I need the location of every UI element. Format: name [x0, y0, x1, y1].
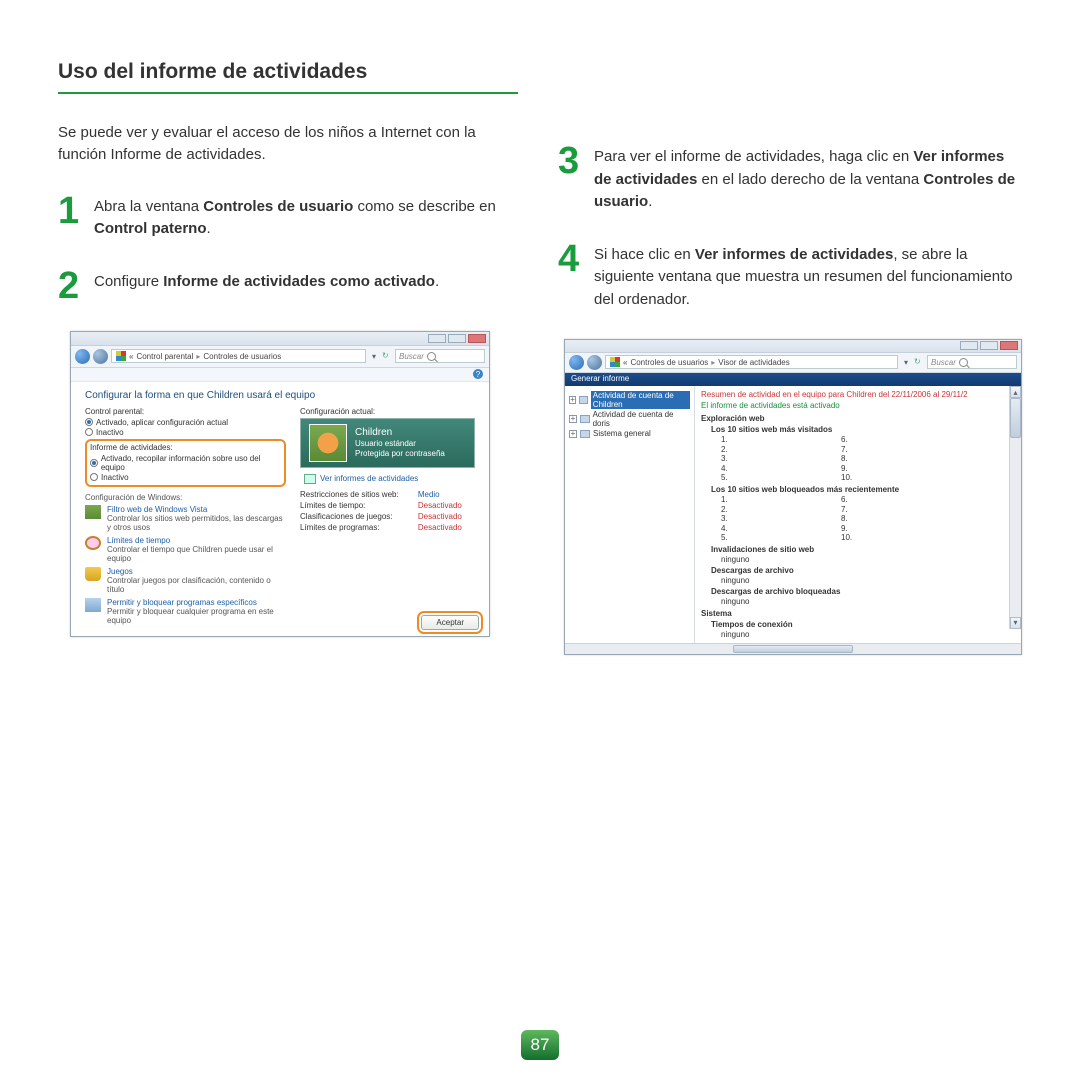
step-text: Abra la ventana Controles de usuario com…	[94, 194, 518, 241]
games-link[interactable]: Juegos	[107, 567, 286, 576]
back-button[interactable]	[75, 349, 90, 364]
refresh-icon[interactable]: ↻	[382, 351, 392, 361]
minimize-button[interactable]	[428, 334, 446, 343]
tree-item[interactable]: +Actividad de cuenta de Children	[569, 391, 690, 409]
menubar: Generar informe	[565, 373, 1021, 386]
breadcrumb[interactable]: « Control parental Controles de usuarios	[111, 349, 366, 363]
search-input[interactable]: Buscar	[395, 349, 485, 363]
top10-list: 1.2.3.4.5. 6.7.8.9.10.	[721, 435, 1015, 483]
forward-button[interactable]	[93, 349, 108, 364]
timelimit-link[interactable]: Límites de tiempo	[107, 536, 286, 545]
report-icon	[304, 474, 316, 484]
close-button[interactable]	[1000, 341, 1018, 350]
intro-text: Se puede ver y evaluar el acceso de los …	[58, 122, 518, 166]
section-web: Exploración web	[701, 414, 1015, 423]
window-titlebar	[565, 340, 1021, 353]
search-icon	[959, 358, 968, 367]
webfilter-icon	[85, 505, 101, 519]
summary-text: Resumen de actividad en el equipo para C…	[701, 390, 1015, 399]
step-number: 1	[58, 194, 86, 241]
step-number: 2	[58, 269, 86, 303]
breadcrumb[interactable]: « Controles de usuarios Visor de activid…	[605, 355, 898, 369]
step-text: Configure Informe de actividades como ac…	[94, 269, 439, 303]
step-number: 4	[558, 242, 586, 312]
minimize-button[interactable]	[960, 341, 978, 350]
step-1: 1 Abra la ventana Controles de usuario c…	[58, 194, 518, 241]
step-3: 3 Para ver el informe de actividades, ha…	[558, 144, 1022, 214]
maximize-button[interactable]	[980, 341, 998, 350]
user-card: Children Usuario estándar Protegida por …	[300, 418, 475, 468]
vertical-scrollbar[interactable]: ▴ ▾	[1009, 386, 1021, 629]
maximize-button[interactable]	[448, 334, 466, 343]
refresh-icon[interactable]: ↻	[914, 357, 924, 367]
search-icon	[427, 352, 436, 361]
report-pane: Resumen de actividad en el equipo para C…	[695, 386, 1021, 643]
step-text: Si hace clic en Ver informes de activida…	[594, 242, 1022, 312]
games-icon	[85, 567, 101, 581]
step-2: 2 Configure Informe de actividades como …	[58, 269, 518, 303]
help-icon[interactable]: ?	[473, 369, 483, 379]
radio-parental-off[interactable]: Inactivo	[85, 428, 286, 437]
tree-pane: +Actividad de cuenta de Children +Activi…	[565, 386, 695, 643]
programs-icon	[85, 598, 101, 612]
winconfig-label: Configuración de Windows:	[85, 493, 286, 502]
step-4: 4 Si hace clic en Ver informes de activi…	[558, 242, 1022, 312]
step-number: 3	[558, 144, 586, 214]
section-system: Sistema	[701, 609, 1015, 618]
forward-button[interactable]	[587, 355, 602, 370]
page-number: 87	[521, 1030, 559, 1060]
radio-parental-on[interactable]: Activado, aplicar configuración actual	[85, 418, 286, 427]
nav-bar: « Controles de usuarios Visor de activid…	[565, 353, 1021, 373]
search-input[interactable]: Buscar	[927, 355, 1017, 369]
programs-link[interactable]: Permitir y bloquear programas específico…	[107, 598, 286, 607]
top10-blocked-list: 1.2.3.4.5. 6.7.8.9.10.	[721, 495, 1015, 543]
accept-button[interactable]: Aceptar	[421, 615, 479, 630]
generate-report-menu[interactable]: Generar informe	[571, 374, 629, 383]
parental-label: Control parental:	[85, 407, 286, 416]
current-config-label: Configuración actual:	[300, 407, 475, 416]
tree-item[interactable]: +Actividad de cuenta de doris	[569, 410, 690, 428]
step-text: Para ver el informe de actividades, haga…	[594, 144, 1022, 214]
section-title: Uso del informe de actividades	[58, 60, 518, 94]
report-label: Informe de actividades:	[90, 443, 281, 452]
screenshot-parental-controls: « Control parental Controles de usuarios…	[70, 331, 490, 637]
avatar	[309, 424, 347, 462]
radio-report-off[interactable]: Inactivo	[90, 473, 281, 482]
shield-icon	[610, 357, 620, 367]
shield-icon	[116, 351, 126, 361]
config-heading: Configurar la forma en que Children usar…	[85, 390, 475, 401]
nav-bar: « Control parental Controles de usuarios…	[71, 346, 489, 368]
back-button[interactable]	[569, 355, 584, 370]
close-button[interactable]	[468, 334, 486, 343]
screenshot-activity-viewer: « Controles de usuarios Visor de activid…	[564, 339, 1022, 655]
webfilter-link[interactable]: Filtro web de Windows Vista	[107, 505, 286, 514]
status-text: El informe de actividades está activado	[701, 401, 1015, 410]
toolbar: ?	[71, 368, 489, 382]
highlight-report-section: Informe de actividades: Activado, recopi…	[85, 439, 286, 487]
window-titlebar	[71, 332, 489, 346]
radio-report-on[interactable]: Activado, recopilar información sobre us…	[90, 454, 281, 472]
timelimit-icon	[85, 536, 101, 550]
horizontal-scrollbar[interactable]	[565, 643, 1021, 654]
view-reports-link[interactable]: Ver informes de actividades	[300, 474, 475, 484]
tree-item[interactable]: +Sistema general	[569, 429, 690, 438]
